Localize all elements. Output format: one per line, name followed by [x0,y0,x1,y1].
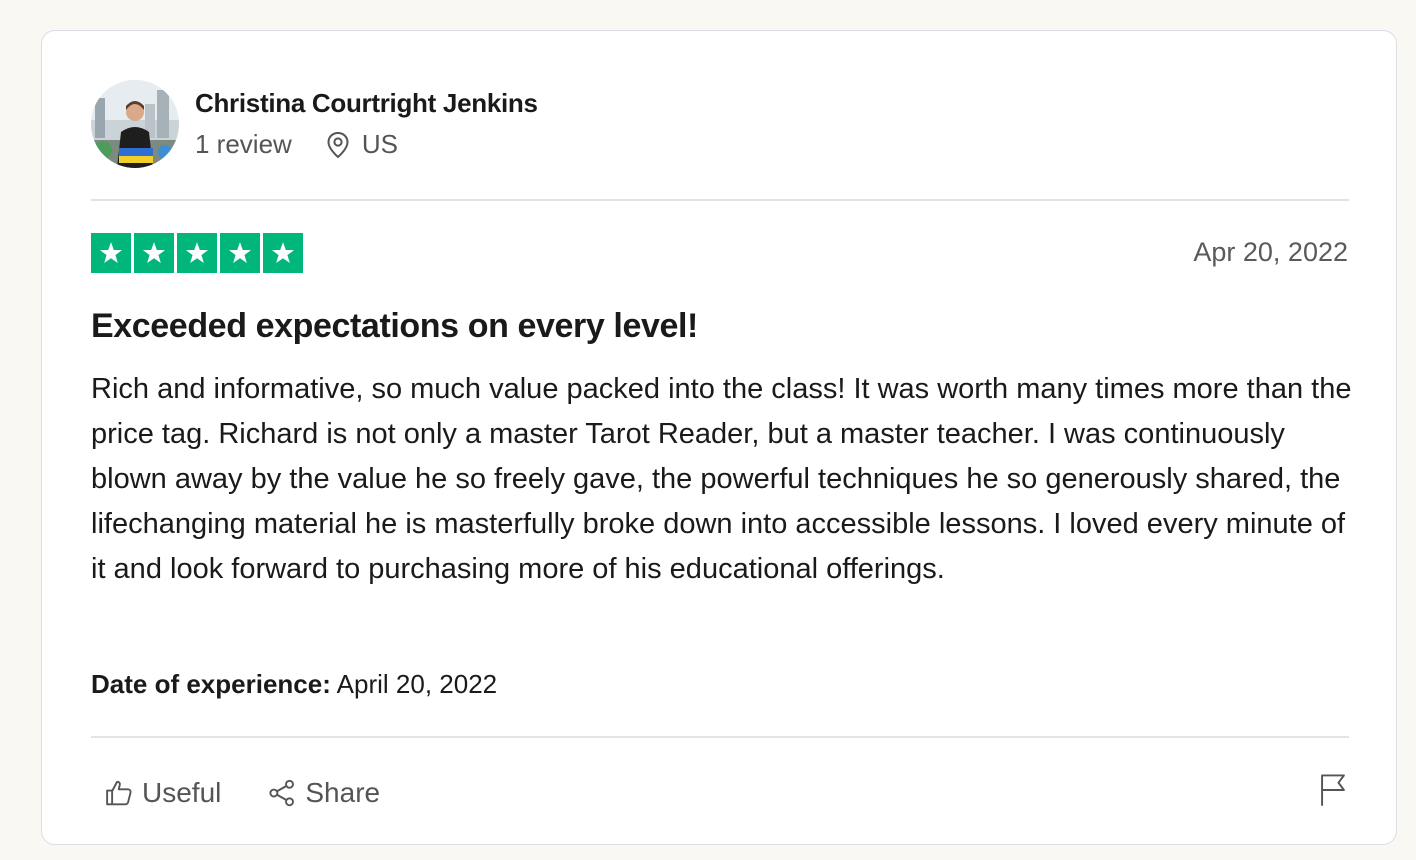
thumbs-up-icon [106,780,132,806]
useful-button[interactable]: Useful [104,777,221,809]
review-title[interactable]: Exceeded expectations on every level! [91,307,698,346]
star-5 [263,233,303,273]
footer-divider [91,736,1349,738]
experience-date: April 20, 2022 [336,669,498,699]
review-card: Christina Courtright Jenkins 1 review US [41,30,1397,845]
star-rating [91,233,306,273]
header-divider [91,199,1349,201]
share-icon [269,779,295,807]
reviewer-meta: 1 review US [195,129,538,160]
useful-label: Useful [142,777,222,808]
star-icon [142,242,166,263]
avatar-image [91,80,179,168]
star-4 [220,233,260,273]
experience-label: Date of experience: [91,669,331,699]
star-icon [185,242,209,263]
reviewer-country: US [361,129,398,159]
star-icon [228,242,252,263]
share-label: Share [305,777,381,808]
reviewer-avatar[interactable] [91,80,179,168]
review-actions: Useful Share [104,771,426,815]
review-count: 1 review [195,129,292,159]
reviewer-header: Christina Courtright Jenkins 1 review US [91,79,538,169]
star-3 [177,233,217,273]
star-icon [271,242,295,263]
review-body: Rich and informative, so much value pack… [91,373,1352,585]
report-button[interactable] [1318,773,1348,812]
reviewer-info: Christina Courtright Jenkins 1 review US [195,88,538,160]
star-1 [91,233,131,273]
star-2 [134,233,174,273]
date-of-experience: Date of experience: April 20, 2022 [91,669,497,700]
location-pin-icon [327,131,349,158]
flag-icon [1321,774,1345,806]
reviewer-name[interactable]: Christina Courtright Jenkins [195,88,538,119]
share-button[interactable]: Share [267,777,380,809]
reviewer-location: US [326,129,398,160]
star-icon [99,242,123,263]
review-date: Apr 20, 2022 [1193,237,1348,267]
